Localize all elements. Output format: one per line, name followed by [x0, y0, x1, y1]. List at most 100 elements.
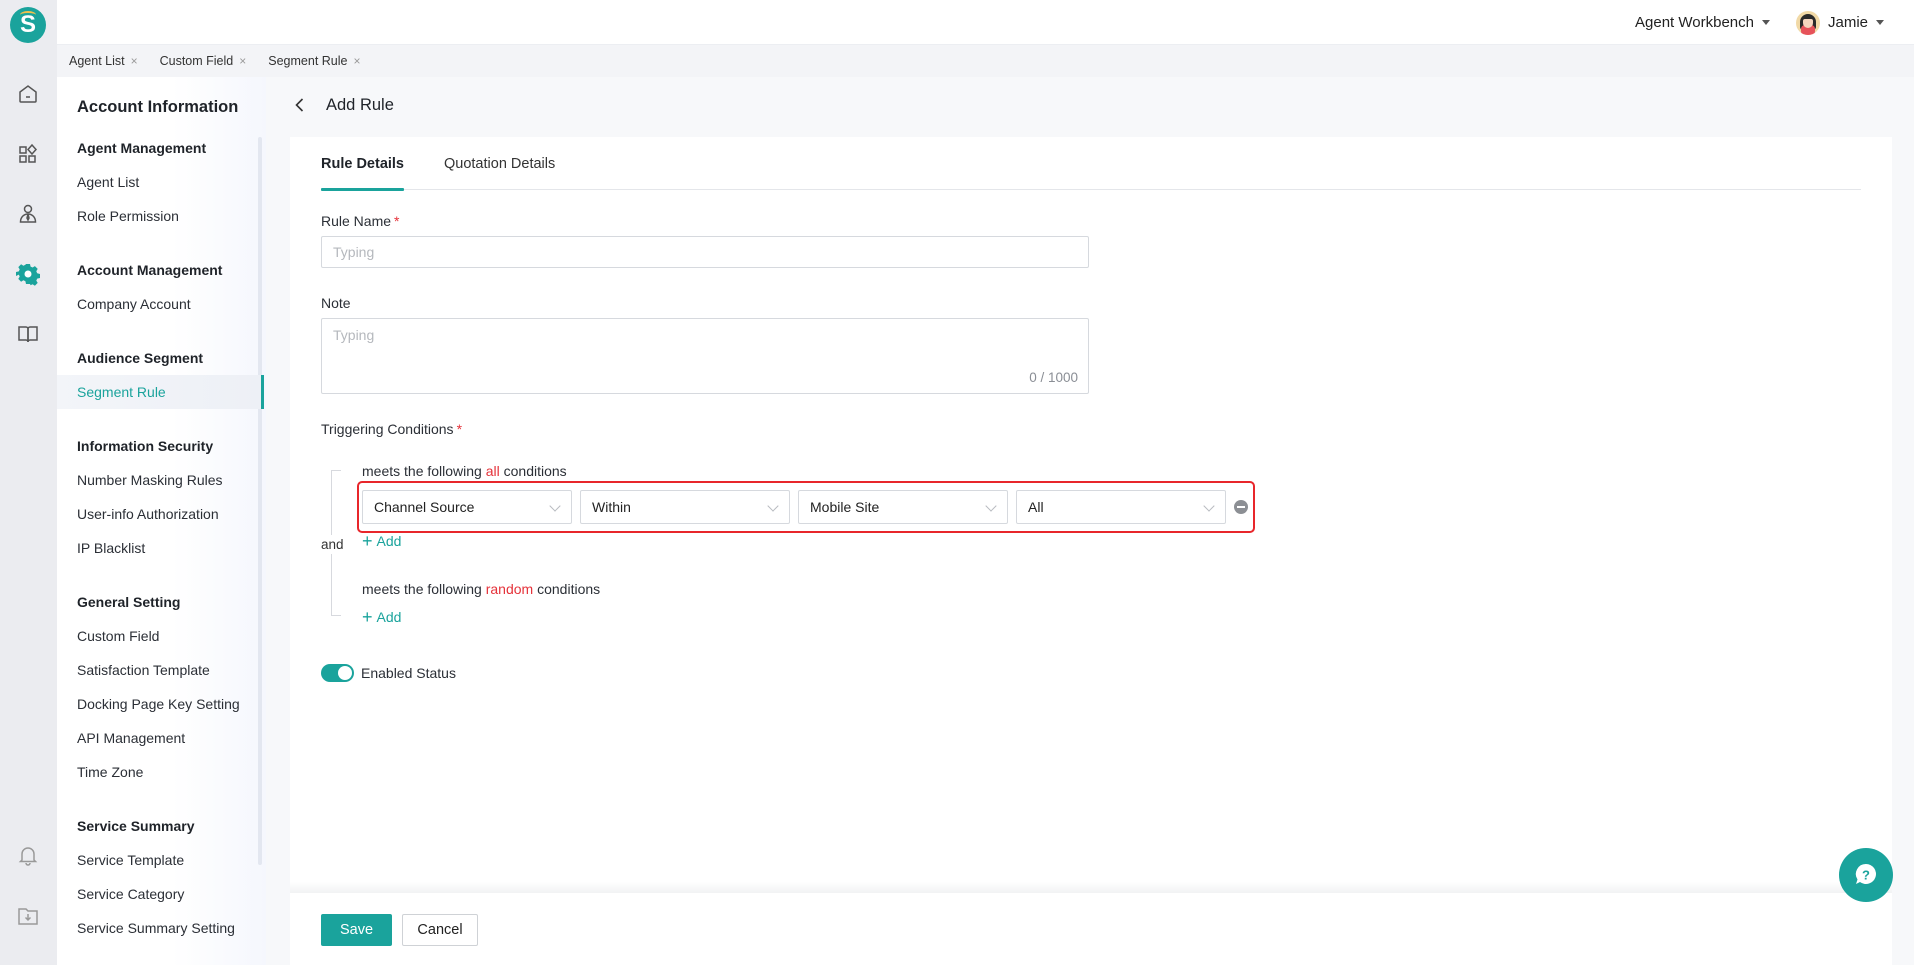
left-rail: S: [0, 0, 57, 965]
page-tab-label: Segment Rule: [268, 54, 348, 68]
settings-sidebar: Account Information Agent Management Age…: [57, 77, 266, 965]
cancel-button[interactable]: Cancel: [402, 914, 478, 946]
select-value: Within: [592, 499, 631, 515]
cond-keyword-all: all: [485, 463, 500, 479]
cond-suffix: conditions: [537, 581, 601, 597]
download-folder-icon[interactable]: [16, 904, 40, 928]
condition-operator-select[interactable]: Within: [580, 490, 790, 524]
sidebar-item-time-zone[interactable]: Time Zone: [57, 755, 262, 789]
add-label: Add: [376, 609, 402, 625]
select-value: Channel Source: [374, 499, 475, 515]
page-title: Add Rule: [326, 95, 394, 114]
user-menu[interactable]: Jamie: [1795, 10, 1884, 35]
agent-icon[interactable]: [16, 202, 40, 226]
svg-text:?: ?: [1862, 868, 1870, 883]
cond-keyword-random: random: [485, 581, 534, 597]
rule-form-card: Rule Details Quotation Details Rule Name…: [290, 137, 1892, 887]
enabled-status-label: Enabled Status: [361, 665, 456, 681]
user-name: Jamie: [1827, 14, 1868, 31]
sidebar-heading: Account Management: [77, 262, 223, 278]
select-value: All: [1028, 499, 1044, 515]
sidebar-item-agent-list[interactable]: Agent List: [57, 165, 262, 199]
tab-rule-details[interactable]: Rule Details: [321, 137, 404, 191]
sidebar-group-audience-segment: Audience Segment Segment Rule: [57, 341, 264, 409]
sidebar-heading: General Setting: [77, 594, 181, 610]
help-chat-icon: ?: [1855, 863, 1876, 884]
sidebar-heading: Information Security: [77, 438, 214, 454]
sidebar-item-docking-page-key-setting[interactable]: Docking Page Key Setting: [57, 687, 262, 721]
close-icon[interactable]: ×: [353, 54, 360, 68]
save-button[interactable]: Save: [321, 914, 392, 946]
sidebar-item-segment-rule[interactable]: Segment Rule: [57, 375, 264, 409]
sidebar-item-custom-field[interactable]: Custom Field: [57, 619, 262, 653]
sidebar-group-agent-management: Agent Management Agent List Role Permiss…: [57, 131, 262, 233]
note-textarea[interactable]: [321, 318, 1089, 394]
app-logo[interactable]: S: [10, 7, 46, 43]
sidebar-group-general-setting: General Setting Custom Field Satisfactio…: [57, 585, 262, 789]
sidebar-group-service-summary: Service Summary Service Template Service…: [57, 809, 262, 945]
sidebar-item-satisfaction-template[interactable]: Satisfaction Template: [57, 653, 262, 687]
condition-subvalue-select[interactable]: All: [1016, 490, 1226, 524]
triggering-conditions-label: Triggering Conditions *: [321, 421, 462, 437]
sidebar-heading: Agent Management: [77, 140, 207, 156]
and-joiner: and: [321, 535, 344, 554]
sidebar-title: Account Information: [77, 98, 239, 116]
rule-name-label-text: Rule Name: [321, 213, 392, 229]
rule-name-label: Rule Name *: [321, 213, 399, 229]
settings-icon[interactable]: [16, 262, 40, 286]
triggering-label-text: Triggering Conditions: [321, 421, 454, 437]
tab-quotation-details[interactable]: Quotation Details: [444, 137, 555, 190]
form-footer: Save Cancel: [290, 893, 1892, 965]
help-chat-button[interactable]: ?: [1839, 848, 1893, 902]
close-icon[interactable]: ×: [239, 54, 246, 68]
caret-down-icon: [1761, 20, 1770, 25]
required-mark: *: [394, 213, 400, 229]
sidebar-item-number-masking-rules[interactable]: Number Masking Rules: [57, 463, 262, 497]
remove-condition-icon[interactable]: [1234, 500, 1248, 514]
cond-prefix: meets the following: [362, 463, 482, 479]
sidebar-item-user-info-authorization[interactable]: User-info Authorization: [57, 497, 262, 531]
sidebar-heading: Service Summary: [77, 818, 195, 834]
apps-icon[interactable]: [16, 142, 40, 166]
required-mark: *: [456, 421, 463, 437]
add-random-condition-button[interactable]: + Add: [362, 607, 402, 627]
note-label: Note: [321, 295, 351, 311]
home-icon[interactable]: [16, 82, 40, 106]
all-conditions-heading: meets the following all conditions: [362, 463, 567, 479]
sidebar-item-service-summary-setting[interactable]: Service Summary Setting: [57, 911, 262, 945]
page-tab-segment-rule[interactable]: Segment Rule ×: [268, 54, 360, 68]
enabled-status-toggle[interactable]: [321, 664, 354, 682]
page-tab-label: Agent List: [69, 54, 125, 68]
close-icon[interactable]: ×: [131, 54, 138, 68]
sidebar-item-company-account[interactable]: Company Account: [57, 287, 262, 321]
book-icon[interactable]: [16, 322, 40, 346]
page-tab-custom-field[interactable]: Custom Field ×: [160, 54, 247, 68]
rule-name-input[interactable]: [321, 236, 1089, 268]
chevron-down-icon: [549, 500, 561, 512]
chevron-down-icon: [985, 500, 997, 512]
sidebar-item-service-template[interactable]: Service Template: [57, 843, 262, 877]
back-chevron-icon[interactable]: [290, 95, 310, 115]
chevron-down-icon: [1203, 500, 1215, 512]
add-all-condition-button[interactable]: + Add: [362, 532, 401, 550]
cond-suffix: conditions: [503, 463, 567, 479]
sidebar-item-ip-blacklist[interactable]: IP Blacklist: [57, 531, 262, 565]
condition-field-select[interactable]: Channel Source: [362, 490, 572, 524]
sidebar-item-role-permission[interactable]: Role Permission: [57, 199, 262, 233]
sidebar-group-information-security: Information Security Number Masking Rule…: [57, 429, 262, 565]
right-gutter: [1892, 137, 1914, 965]
chevron-down-icon: [767, 500, 779, 512]
note-char-counter: 0 / 1000: [1029, 370, 1078, 385]
plus-icon: +: [362, 607, 373, 627]
sidebar-item-service-category[interactable]: Service Category: [57, 877, 262, 911]
cond-prefix: meets the following: [362, 581, 482, 597]
page-tab-label: Custom Field: [159, 54, 234, 68]
workspace-label: Agent Workbench: [1635, 14, 1754, 31]
bell-icon[interactable]: [16, 843, 40, 867]
select-value: Mobile Site: [810, 499, 880, 515]
page-tab-agent-list[interactable]: Agent List ×: [69, 54, 138, 68]
condition-value-select[interactable]: Mobile Site: [798, 490, 1008, 524]
workspace-dropdown[interactable]: Agent Workbench: [1635, 14, 1770, 31]
sidebar-heading: Audience Segment: [77, 350, 204, 366]
sidebar-item-api-management[interactable]: API Management: [57, 721, 262, 755]
